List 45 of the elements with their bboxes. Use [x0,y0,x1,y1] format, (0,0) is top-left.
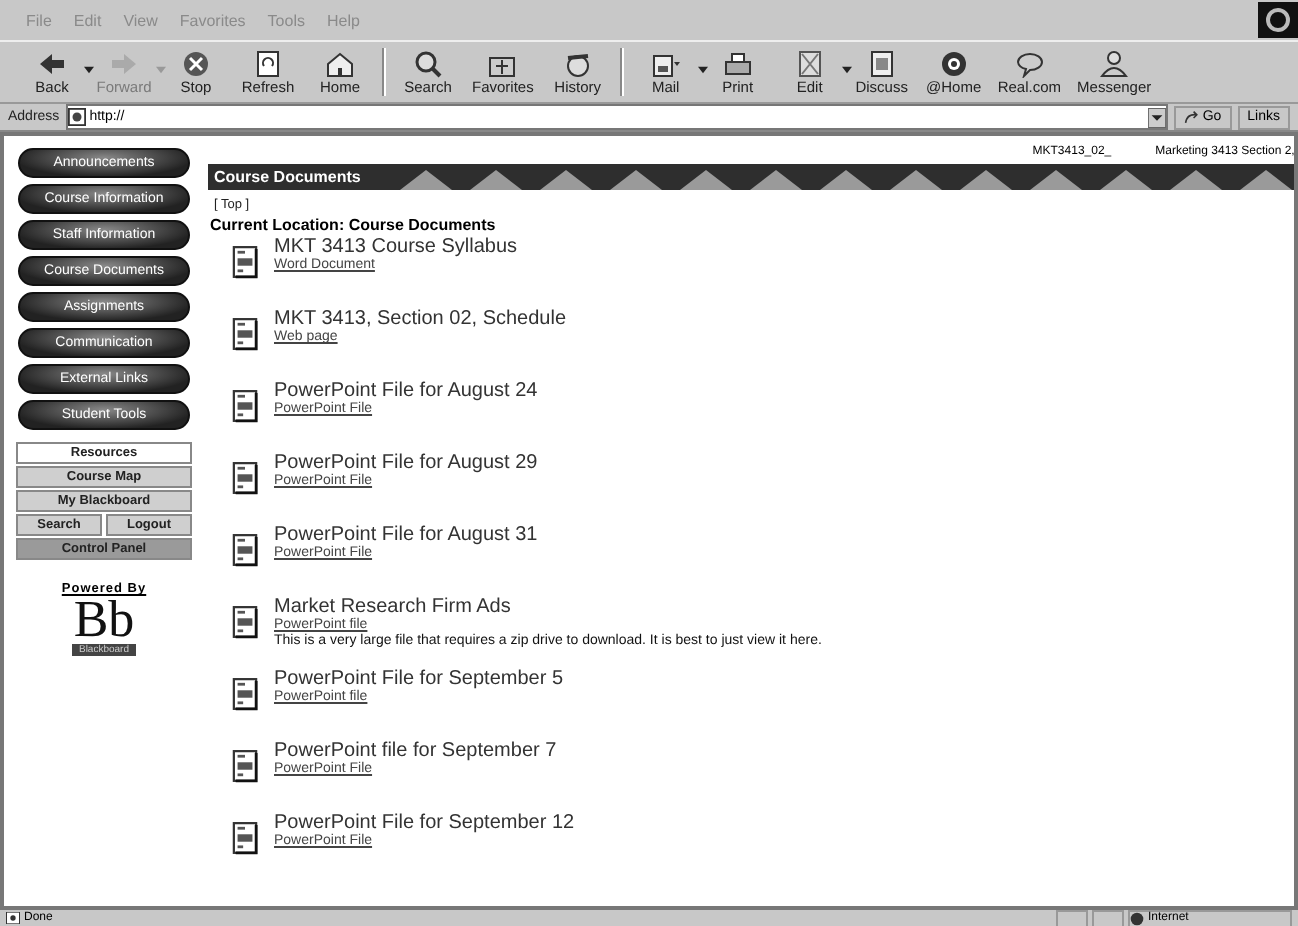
document-icon [232,244,258,280]
document-title: PowerPoint File for August 24 [274,380,538,402]
document-icon [232,676,258,712]
person-icon [1098,49,1131,77]
current-location: Current Location: Course Documents [210,216,498,234]
dropdown-caret-icon[interactable] [1148,107,1167,127]
speech-bubble-icon [1013,49,1046,77]
document-title: Market Research Firm Ads [274,596,511,618]
target-icon [937,49,970,77]
document-title: MKT 3413, Section 02, Schedule [274,308,567,330]
document-title: PowerPoint file for September 7 [274,740,557,762]
document-icon [232,532,258,568]
home-icon [324,49,356,77]
document-title: PowerPoint File for August 31 [274,524,538,546]
document-icon [232,388,258,424]
document-icon [232,748,258,784]
document-title: MKT 3413 Course Syllabus [274,236,518,258]
browser-logo-icon [1258,2,1298,38]
dropdown-caret-icon[interactable] [841,65,852,73]
history-icon [561,49,594,77]
globe-icon [1130,911,1144,925]
logo[interactable]: Bb [73,596,135,644]
refresh-icon [252,49,284,77]
stop-icon [180,49,212,77]
document-title: PowerPoint File for September 5 [274,668,564,690]
document-title: PowerPoint File for September 12 [274,812,575,834]
document-icon [232,604,258,640]
search-icon [412,49,444,77]
page-icon [67,108,86,126]
banner-title: Course Documents [214,168,361,186]
document-icon [232,316,258,352]
discuss-icon [865,49,898,77]
back-arrow-icon [36,49,68,77]
edit-icon [793,49,826,77]
document-icon [232,820,258,856]
dropdown-caret-icon[interactable] [84,65,94,73]
mail-icon [649,49,682,77]
arrow-icon [1184,109,1201,125]
status-panel [1056,909,1088,926]
status-panel [1092,909,1124,926]
forward-arrow-icon [108,49,140,77]
dropdown-caret-icon[interactable] [697,65,708,73]
document-title: PowerPoint File for August 29 [274,452,538,474]
document-icon [232,460,258,496]
printer-icon [721,49,754,77]
